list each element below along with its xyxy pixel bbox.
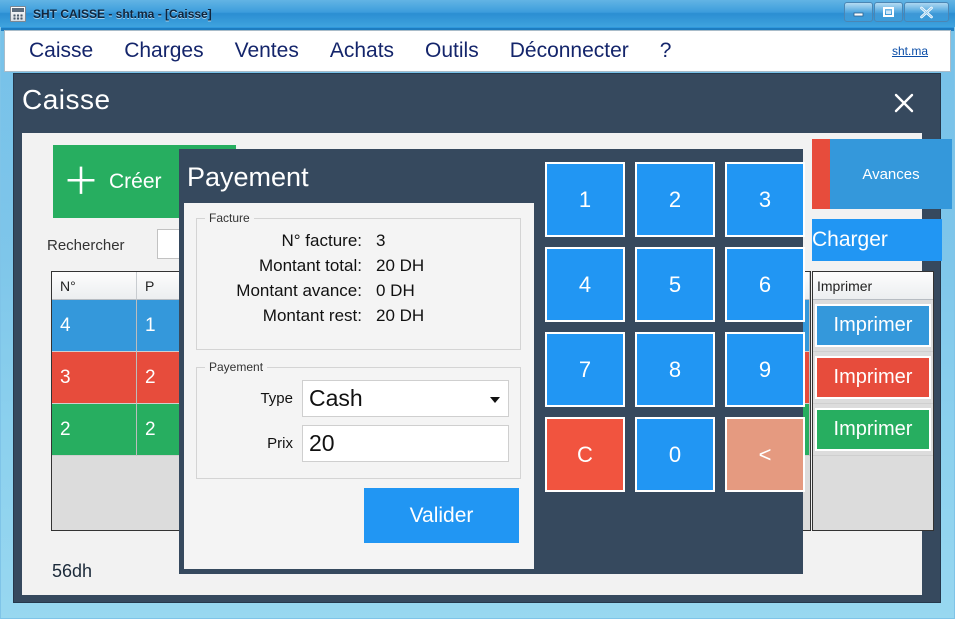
montant-avance-value: 0 DH: [376, 281, 415, 301]
montant-avance-label: Montant avance:: [197, 281, 376, 301]
menu-item-help[interactable]: ?: [649, 39, 683, 63]
keypad-key-clear[interactable]: C: [545, 417, 625, 492]
prix-input[interactable]: 20: [302, 425, 509, 462]
payment-form: Facture N° facture: 3 Montant total: 20 …: [184, 203, 534, 569]
facture-row-avance: Montant avance: 0 DH: [197, 281, 520, 301]
facture-row-rest: Montant rest: 20 DH: [197, 306, 520, 326]
keypad-key-3[interactable]: 3: [725, 162, 805, 237]
window-title: SHT CAISSE - sht.ma - [Caisse]: [33, 7, 212, 21]
window-controls: [844, 2, 949, 22]
application-window: SHT CAISSE - sht.ma - [Caisse] Caisse Ch…: [0, 0, 955, 619]
minimize-button[interactable]: [844, 2, 873, 22]
site-link[interactable]: sht.ma: [892, 44, 928, 58]
charger-button[interactable]: Charger: [812, 219, 942, 261]
type-field-row: Type Cash: [197, 380, 520, 417]
menu-item-outils[interactable]: Outils: [414, 39, 490, 63]
payment-dialog: Payement Facture N° facture: 3 Montant t…: [179, 149, 803, 574]
keypad-key-8[interactable]: 8: [635, 332, 715, 407]
imprimer-table: Imprimer Imprimer Imprimer Imprimer: [812, 271, 934, 531]
facture-row-number: N° facture: 3: [197, 231, 520, 251]
type-select[interactable]: Cash: [302, 380, 509, 417]
keypad-key-backspace[interactable]: <: [725, 417, 805, 492]
page-title: Caisse: [22, 84, 111, 116]
montant-rest-label: Montant rest:: [197, 306, 376, 326]
print-button[interactable]: Imprimer: [815, 304, 931, 347]
facture-legend: Facture: [205, 211, 254, 225]
facture-number-value: 3: [376, 231, 385, 251]
plus-icon: ＋: [53, 163, 109, 200]
validate-button[interactable]: Valider: [364, 488, 519, 543]
montant-rest-value: 20 DH: [376, 306, 424, 326]
keypad-key-4[interactable]: 4: [545, 247, 625, 322]
payement-legend: Payement: [205, 360, 267, 374]
avances-status-indicator: [812, 139, 830, 209]
keypad-key-6[interactable]: 6: [725, 247, 805, 322]
chevron-down-icon: [490, 397, 500, 403]
table-row: Imprimer: [813, 404, 933, 456]
title-bar: SHT CAISSE - sht.ma - [Caisse]: [0, 0, 955, 27]
numeric-keypad: 1 2 3 4 5 6 7 8 9 C 0 <: [542, 154, 799, 569]
keypad-key-2[interactable]: 2: [635, 162, 715, 237]
total-amount: 56dh: [52, 561, 92, 582]
keypad-key-9[interactable]: 9: [725, 332, 805, 407]
print-button[interactable]: Imprimer: [815, 408, 931, 451]
type-label: Type: [197, 390, 302, 407]
print-button[interactable]: Imprimer: [815, 356, 931, 399]
prix-label: Prix: [197, 435, 302, 452]
menu-item-charges[interactable]: Charges: [113, 39, 214, 63]
right-panel: Avances Charger Imprimer Imprimer Imprim…: [812, 133, 922, 595]
caisse-header: Caisse: [14, 74, 942, 130]
montant-total-value: 20 DH: [376, 256, 424, 276]
table-row: Imprimer: [813, 352, 933, 404]
menu-item-achats[interactable]: Achats: [319, 39, 405, 63]
prix-value: 20: [309, 430, 335, 457]
keypad-key-0[interactable]: 0: [635, 417, 715, 492]
search-label: Rechercher: [47, 237, 125, 254]
cell-num: 3: [52, 352, 137, 404]
type-selected-value: Cash: [309, 385, 363, 412]
create-button-label: Créer: [109, 170, 162, 194]
close-icon[interactable]: [891, 90, 917, 116]
facture-group: Facture N° facture: 3 Montant total: 20 …: [196, 211, 521, 350]
cell-num: 2: [52, 404, 137, 456]
avances-button[interactable]: Avances: [830, 139, 952, 209]
app-body: Caisse ＋ Créer Rechercher N° P 4 1: [13, 73, 941, 603]
prix-field-row: Prix 20: [197, 425, 520, 462]
column-header-num: N°: [52, 272, 137, 300]
payement-group: Payement Type Cash Prix 20: [196, 360, 521, 479]
menu-item-ventes[interactable]: Ventes: [224, 39, 310, 63]
calculator-icon: [10, 6, 26, 22]
table-row: Imprimer: [813, 300, 933, 352]
close-button[interactable]: [904, 2, 949, 22]
column-header-imprimer: Imprimer: [813, 272, 933, 300]
keypad-key-5[interactable]: 5: [635, 247, 715, 322]
keypad-key-7[interactable]: 7: [545, 332, 625, 407]
facture-row-total: Montant total: 20 DH: [197, 256, 520, 276]
facture-number-label: N° facture:: [197, 231, 376, 251]
avances-row: Avances: [812, 139, 952, 209]
maximize-button[interactable]: [874, 2, 903, 22]
cell-num: 4: [52, 300, 137, 352]
menu-item-deconnecter[interactable]: Déconnecter: [499, 39, 640, 63]
menu-item-caisse[interactable]: Caisse: [18, 39, 104, 63]
montant-total-label: Montant total:: [197, 256, 376, 276]
keypad-key-1[interactable]: 1: [545, 162, 625, 237]
dialog-title: Payement: [187, 162, 309, 193]
menu-bar: Caisse Charges Ventes Achats Outils Déco…: [4, 30, 951, 72]
